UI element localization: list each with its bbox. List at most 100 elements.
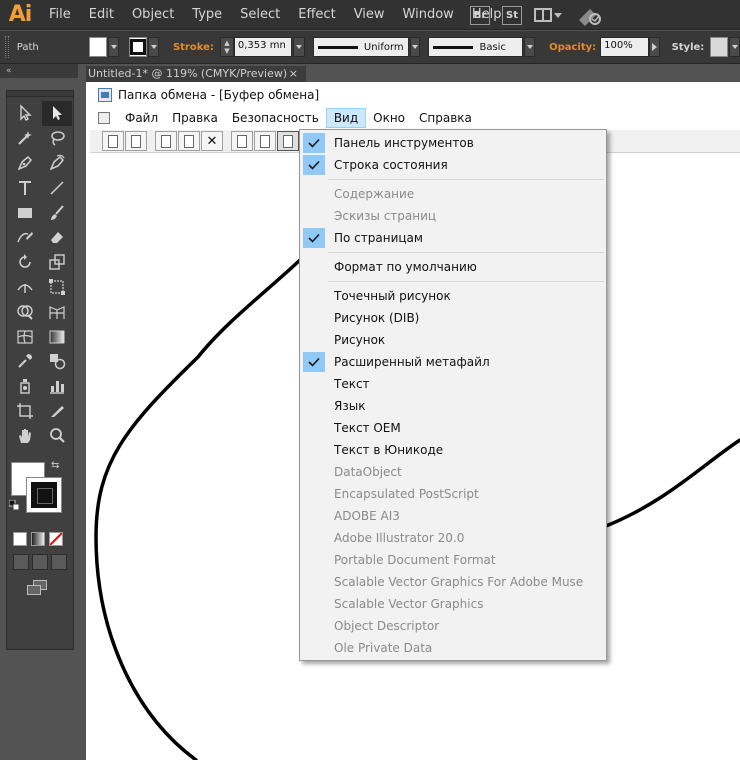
opacity-input[interactable]: 100%: [600, 37, 649, 57]
view-menu-item[interactable]: Рисунок: [300, 329, 606, 351]
width-tool-icon[interactable]: [10, 275, 40, 300]
view-menu-item[interactable]: Рисунок (DIB): [300, 307, 606, 329]
stock-icon[interactable]: St: [502, 5, 522, 25]
cb-menu-security[interactable]: Безопасность: [225, 108, 326, 128]
swap-fill-stroke-icon[interactable]: ⇆: [51, 460, 63, 472]
screen: Ai File Edit Object Type Select Effect V…: [0, 0, 740, 760]
rectangle-tool-icon[interactable]: [10, 200, 40, 225]
brush-dropdown-icon[interactable]: [524, 37, 536, 57]
curvature-tool-icon[interactable]: [42, 151, 72, 176]
style-dropdown-icon[interactable]: [729, 37, 740, 57]
mesh-tool-icon[interactable]: [10, 324, 40, 349]
view-page-icon[interactable]: [277, 131, 299, 151]
scale-tool-icon[interactable]: [42, 250, 72, 275]
lasso-tool-icon[interactable]: [42, 126, 72, 151]
cb-menu-help[interactable]: Справка: [412, 108, 479, 128]
stroke-label[interactable]: Stroke:: [173, 42, 214, 53]
hand-tool-icon[interactable]: [10, 423, 40, 448]
view-menu-item[interactable]: Текст OEM: [300, 417, 606, 439]
opacity-slider-icon[interactable]: [648, 37, 660, 57]
cb-menu-file[interactable]: Файл: [118, 108, 165, 128]
stroke-spinner[interactable]: ▲ ▼: [219, 37, 234, 57]
tools-collapse-icon[interactable]: «: [0, 64, 78, 78]
none-mode-icon[interactable]: [49, 532, 63, 547]
eyedropper-tool-icon[interactable]: [10, 349, 40, 374]
stroke-dropdown-icon[interactable]: [148, 37, 159, 57]
view-menu-item[interactable]: Текст: [300, 373, 606, 395]
artboard-tool-icon[interactable]: [10, 399, 40, 424]
gradient-tool-icon[interactable]: [42, 324, 72, 349]
view-menu-item[interactable]: Панель инструментов: [300, 132, 606, 154]
stroke-profile-select[interactable]: Uniform: [312, 37, 409, 57]
cb-menu-edit[interactable]: Правка: [165, 108, 225, 128]
eraser-tool-icon[interactable]: [42, 225, 72, 250]
opacity-label[interactable]: Opacity:: [549, 42, 596, 53]
draw-normal-icon[interactable]: [13, 554, 29, 571]
free-transform-tool-icon[interactable]: [42, 275, 72, 300]
stroke-swatch[interactable]: [129, 37, 148, 57]
copy-icon[interactable]: [155, 131, 177, 151]
shaper-tool-icon[interactable]: [10, 225, 40, 250]
menu-file[interactable]: File: [40, 0, 80, 30]
document-tab[interactable]: Untitled-1* @ 119% (CMYK/Preview) ×: [86, 66, 306, 82]
direct-selection-tool-icon[interactable]: [42, 101, 72, 126]
view-menu-item-label: Панель инструментов: [334, 136, 474, 150]
stroke-color-box[interactable]: [26, 477, 62, 514]
bridge-icon[interactable]: Br: [470, 5, 490, 25]
view-thumbnails-icon[interactable]: [254, 131, 276, 151]
gradient-mode-icon[interactable]: [31, 532, 45, 547]
stroke-weight-dropdown-icon[interactable]: [292, 37, 305, 57]
symbol-sprayer-tool-icon[interactable]: [10, 374, 40, 399]
default-colors-icon[interactable]: [9, 500, 19, 511]
view-menu-item[interactable]: По страницам: [300, 227, 606, 249]
stroke-weight-input[interactable]: 0,353 mn: [233, 37, 292, 57]
zoom-tool-icon[interactable]: [42, 423, 72, 448]
disconnect-icon[interactable]: [125, 131, 147, 151]
draw-behind-icon[interactable]: [32, 554, 48, 571]
menu-window[interactable]: Window: [394, 0, 463, 30]
selection-tool-icon[interactable]: [10, 101, 40, 126]
graphic-style-swatch[interactable]: [710, 37, 729, 57]
magic-wand-tool-icon[interactable]: [10, 126, 40, 151]
fill-dropdown-icon[interactable]: [108, 37, 120, 57]
view-menu-item[interactable]: Точечный рисунок: [300, 285, 606, 307]
view-menu-item[interactable]: Текст в Юникоде: [300, 439, 606, 461]
cb-menu-view[interactable]: Вид: [325, 108, 367, 128]
menu-select[interactable]: Select: [231, 0, 289, 30]
arrange-documents-icon[interactable]: [534, 5, 564, 25]
view-menu-item[interactable]: Расширенный метафайл: [300, 351, 606, 373]
type-tool-icon[interactable]: [10, 175, 40, 200]
document-close-icon[interactable]: ×: [289, 66, 306, 82]
gpu-performance-icon[interactable]: [576, 4, 602, 26]
draw-inside-icon[interactable]: [51, 554, 67, 571]
child-window-icon[interactable]: [98, 112, 110, 124]
connect-icon[interactable]: [102, 131, 124, 151]
view-menu-item[interactable]: Строка состояния: [300, 154, 606, 176]
menu-effect[interactable]: Effect: [289, 0, 344, 30]
delete-icon[interactable]: ✕: [201, 131, 223, 151]
pen-tool-icon[interactable]: [10, 151, 40, 176]
menu-view[interactable]: View: [345, 0, 394, 30]
blend-tool-icon[interactable]: [42, 349, 72, 374]
fill-swatch[interactable]: [89, 37, 108, 57]
brush-select[interactable]: Basic: [428, 37, 524, 57]
paintbrush-tool-icon[interactable]: [42, 200, 72, 225]
cb-menu-window[interactable]: Окно: [366, 108, 412, 128]
color-mode-icon[interactable]: [13, 532, 27, 547]
menu-object[interactable]: Object: [123, 0, 183, 30]
column-graph-tool-icon[interactable]: [42, 374, 72, 399]
view-menu-item[interactable]: Формат по умолчанию: [300, 256, 606, 278]
menu-type[interactable]: Type: [183, 0, 231, 30]
control-bar-grip[interactable]: [5, 36, 9, 58]
view-list-icon[interactable]: [231, 131, 253, 151]
screen-mode-icon[interactable]: [27, 580, 49, 596]
menu-edit[interactable]: Edit: [80, 0, 123, 30]
line-segment-tool-icon[interactable]: [42, 175, 72, 200]
paste-icon[interactable]: [178, 131, 200, 151]
view-menu-item[interactable]: Язык: [300, 395, 606, 417]
perspective-grid-tool-icon[interactable]: [42, 299, 72, 324]
rotate-tool-icon[interactable]: [10, 250, 40, 275]
slice-tool-icon[interactable]: [42, 399, 72, 424]
stroke-profile-dropdown-icon[interactable]: [409, 37, 421, 57]
shape-builder-tool-icon[interactable]: [10, 299, 40, 324]
